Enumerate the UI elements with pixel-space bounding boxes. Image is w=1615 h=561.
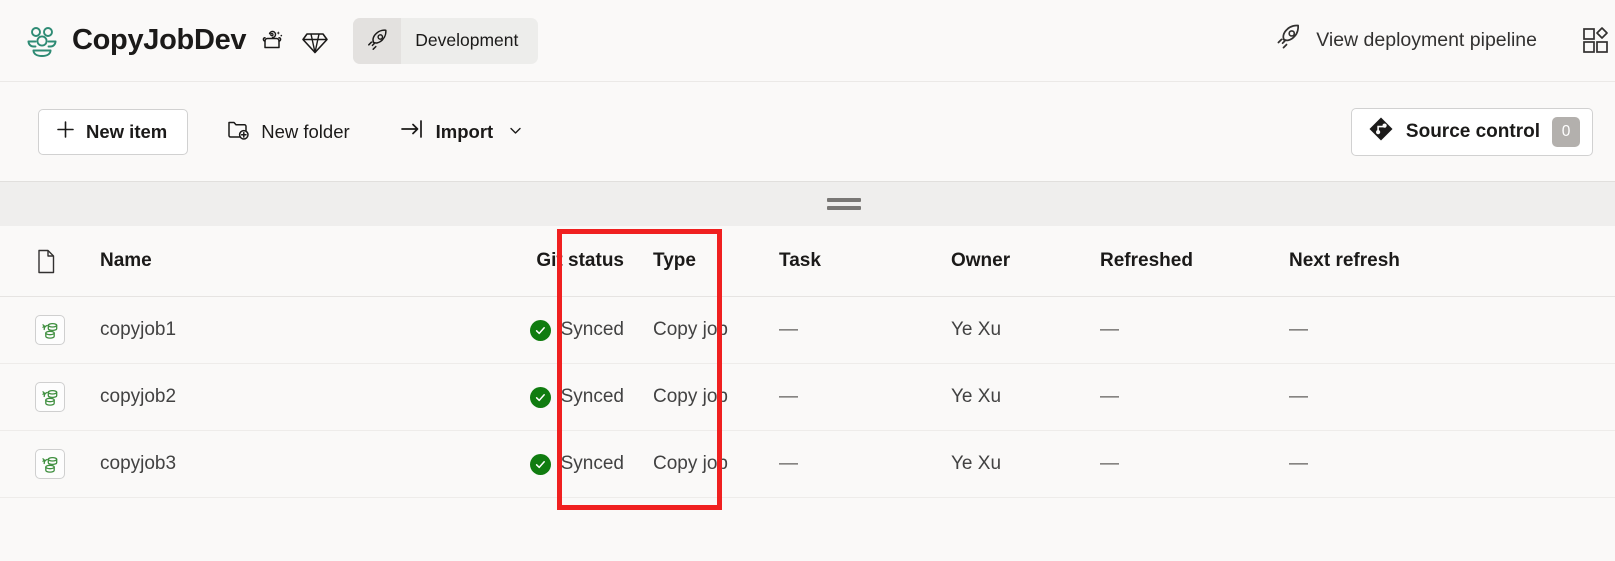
git-status-label: Synced <box>560 386 624 407</box>
import-label: Import <box>435 120 494 142</box>
import-button[interactable]: Import <box>388 109 536 155</box>
item-name[interactable]: copyjob1 <box>96 319 500 341</box>
git-status-cell: Synced <box>500 319 624 341</box>
item-name[interactable]: copyjob3 <box>96 453 500 475</box>
table-row[interactable]: copyjob2 Synced Copy job — Ye Xu — — <box>0 364 1615 431</box>
view-deployment-pipeline-button[interactable]: View deployment pipeline <box>1274 23 1537 58</box>
item-task: — <box>779 319 798 340</box>
new-item-label: New item <box>86 120 168 142</box>
item-type: Copy job <box>653 453 728 474</box>
git-status-cell: Synced <box>500 386 624 408</box>
item-owner: Ye Xu <box>951 319 1002 340</box>
column-header-type[interactable]: Type <box>624 250 779 272</box>
git-status-label: Synced <box>560 453 624 474</box>
column-header-next-refresh[interactable]: Next refresh <box>1289 250 1489 272</box>
people-group-icon <box>22 21 62 61</box>
drag-handle-bar <box>826 198 861 202</box>
plus-icon <box>55 119 76 145</box>
item-owner: Ye Xu <box>951 453 1002 474</box>
copy-job-icon <box>28 315 96 345</box>
premium-diamond-icon[interactable] <box>301 27 329 55</box>
copilot-sparkle-icon[interactable] <box>260 27 287 54</box>
rocket-icon <box>353 17 402 64</box>
copy-job-icon <box>28 449 96 479</box>
item-refreshed: — <box>1100 319 1119 340</box>
file-icon <box>28 249 96 274</box>
column-header-task[interactable]: Task <box>779 250 951 272</box>
item-next-refresh: — <box>1289 319 1308 340</box>
item-type: Copy job <box>653 386 728 407</box>
check-circle-icon <box>529 319 551 341</box>
copy-job-icon <box>28 382 96 412</box>
column-header-git-status[interactable]: Git status <box>500 250 624 272</box>
new-folder-label: New folder <box>261 120 350 142</box>
check-circle-icon <box>529 386 551 408</box>
item-refreshed: — <box>1100 453 1119 474</box>
source-control-label: Source control <box>1405 120 1540 142</box>
item-refreshed: — <box>1100 386 1119 407</box>
page-title: CopyJobDev <box>72 24 247 56</box>
stage-pill-development[interactable]: Development <box>353 17 539 64</box>
git-status-label: Synced <box>560 319 624 340</box>
table-row[interactable]: copyjob1 Synced Copy job — Ye Xu — — <box>0 297 1615 364</box>
git-status-cell: Synced <box>500 453 624 475</box>
import-arrow-icon <box>400 118 425 145</box>
drag-handle-icon[interactable] <box>826 198 861 210</box>
item-name[interactable]: copyjob2 <box>96 386 500 408</box>
panel-resize-band <box>0 181 1615 226</box>
new-folder-button[interactable]: New folder <box>214 109 361 155</box>
view-deployment-pipeline-label: View deployment pipeline <box>1316 29 1537 51</box>
git-diamond-icon <box>1368 116 1394 148</box>
table-row[interactable]: copyjob3 Synced Copy job — Ye Xu — — <box>0 431 1615 498</box>
item-next-refresh: — <box>1289 386 1308 407</box>
source-control-button[interactable]: Source control 0 <box>1350 107 1593 156</box>
chevron-down-icon <box>508 121 523 143</box>
column-header-refreshed[interactable]: Refreshed <box>1100 250 1289 272</box>
command-toolbar: New item New folder Import Source contro… <box>0 82 1615 181</box>
check-circle-icon <box>529 453 551 475</box>
rocket-icon <box>1274 23 1303 58</box>
column-header-owner[interactable]: Owner <box>951 250 1100 272</box>
item-next-refresh: — <box>1289 453 1308 474</box>
new-item-button[interactable]: New item <box>38 108 189 155</box>
fabric-workspace-page: CopyJobDev Development View deployment p… <box>0 0 1615 561</box>
table-header-row: Name Git status Type Task Owner Refreshe… <box>0 226 1615 297</box>
items-table: Name Git status Type Task Owner Refreshe… <box>0 226 1615 498</box>
stage-pill-label: Development <box>415 30 519 50</box>
item-task: — <box>779 453 798 474</box>
item-task: — <box>779 386 798 407</box>
column-header-name[interactable]: Name <box>96 250 500 272</box>
item-owner: Ye Xu <box>951 386 1002 407</box>
folder-add-icon <box>226 117 250 146</box>
drag-handle-bar <box>826 206 861 210</box>
page-header: CopyJobDev Development View deployment p… <box>0 0 1615 82</box>
item-type: Copy job <box>653 319 728 340</box>
source-control-badge: 0 <box>1552 116 1580 147</box>
apps-grid-add-icon[interactable] <box>1581 26 1611 56</box>
